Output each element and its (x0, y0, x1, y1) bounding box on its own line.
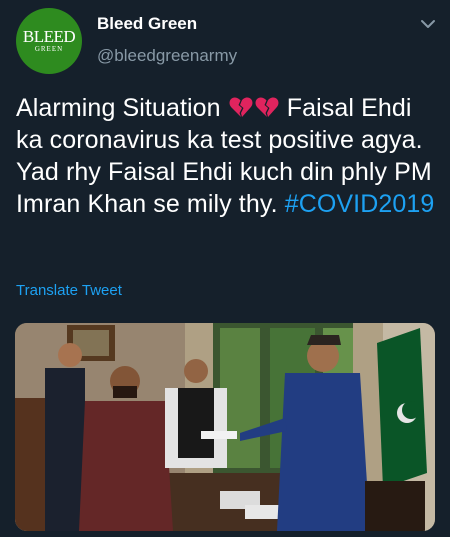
translate-tweet-link[interactable]: Translate Tweet (16, 282, 122, 299)
tweet-body: Alarming Situation Faisal Ehdi ka corona… (16, 92, 441, 220)
avatar-logo-text: BLEED (22, 26, 76, 46)
broken-heart-icon (255, 97, 279, 117)
hashtag-link[interactable]: #COVID2019 (285, 190, 435, 218)
broken-heart-icon (229, 97, 253, 117)
chevron-down-icon[interactable] (418, 14, 438, 34)
office-handshake-photo (15, 323, 435, 531)
user-handle[interactable]: @bleedgreenarmy (97, 46, 237, 66)
tweet-header: BLEED GREEN Bleed Green @bleedgreenarmy (0, 0, 450, 80)
avatar[interactable]: BLEED GREEN (16, 8, 82, 74)
avatar-logo-subtext: GREEN (34, 44, 64, 53)
tweet-media-photo[interactable] (15, 323, 435, 531)
display-name[interactable]: Bleed Green (97, 14, 197, 34)
tweet-text-part1: Alarming Situation (16, 94, 228, 122)
